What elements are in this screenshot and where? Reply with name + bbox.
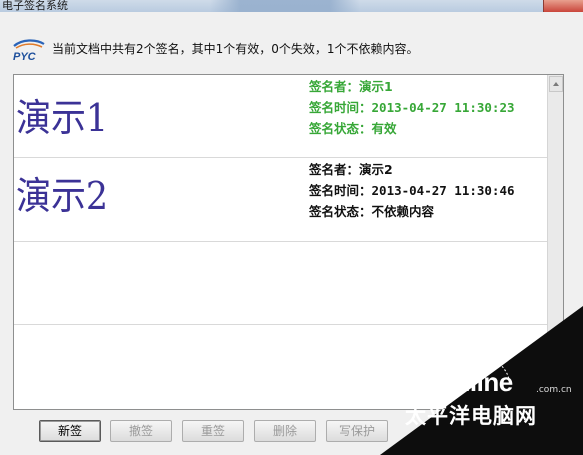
arrow-up-icon[interactable]	[549, 76, 563, 92]
resign-button[interactable]: 重签	[182, 420, 244, 442]
signature-info: 签名者：演示1 签名时间：2013-04-27 11:30:23 签名状态：有效	[309, 76, 515, 139]
status-label: 签名状态：	[309, 204, 372, 219]
pyc-logo-icon: PYC	[13, 39, 45, 63]
watermark-chinese: 太平洋电脑网	[405, 404, 537, 428]
time-value: 2013-04-27 11:30:46	[371, 183, 515, 198]
signer-label: 签名者：	[309, 162, 360, 177]
vertical-scrollbar[interactable]	[547, 75, 563, 409]
delete-button[interactable]: 删除	[254, 420, 316, 442]
signature-image: 演示2	[16, 174, 109, 218]
watermark-brand: PConline	[404, 367, 513, 397]
signer-label: 签名者：	[309, 79, 360, 94]
watermark-domain: .com.cn	[536, 385, 572, 395]
signature-image: 演示1	[16, 96, 109, 140]
time-label: 签名时间：	[309, 183, 372, 198]
window-title: 电子签名系统	[2, 0, 68, 12]
summary-header: PYC 当前文档中共有2个签名，其中1个有效，0个失效，1个不依赖内容。	[0, 30, 583, 66]
close-icon[interactable]	[543, 0, 583, 12]
write-protect-button[interactable]: 写保护	[326, 420, 388, 442]
signer-value: 演示1	[359, 79, 393, 94]
time-label: 签名时间：	[309, 100, 372, 115]
new-sign-button[interactable]: 新签	[39, 420, 101, 442]
status-label: 签名状态：	[309, 121, 372, 136]
signature-row[interactable]: 演示1 签名者：演示1 签名时间：2013-04-27 11:30:23 签名状…	[14, 75, 547, 158]
empty-row	[14, 242, 547, 325]
blurred-taskbar-tab	[210, 0, 360, 12]
signature-info: 签名者：演示2 签名时间：2013-04-27 11:30:46 签名状态：不依…	[309, 159, 515, 222]
status-value: 有效	[371, 121, 397, 136]
revoke-sign-button[interactable]: 撤签	[110, 420, 172, 442]
svg-text:PYC: PYC	[13, 51, 37, 63]
title-bar: 电子签名系统	[0, 0, 583, 12]
time-value: 2013-04-27 11:30:23	[371, 100, 515, 115]
signature-summary: 当前文档中共有2个签名，其中1个有效，0个失效，1个不依赖内容。	[52, 42, 419, 56]
signer-value: 演示2	[359, 162, 393, 177]
status-value: 不依赖内容	[371, 204, 435, 219]
signature-row[interactable]: 演示2 签名者：演示2 签名时间：2013-04-27 11:30:46 签名状…	[14, 158, 547, 242]
